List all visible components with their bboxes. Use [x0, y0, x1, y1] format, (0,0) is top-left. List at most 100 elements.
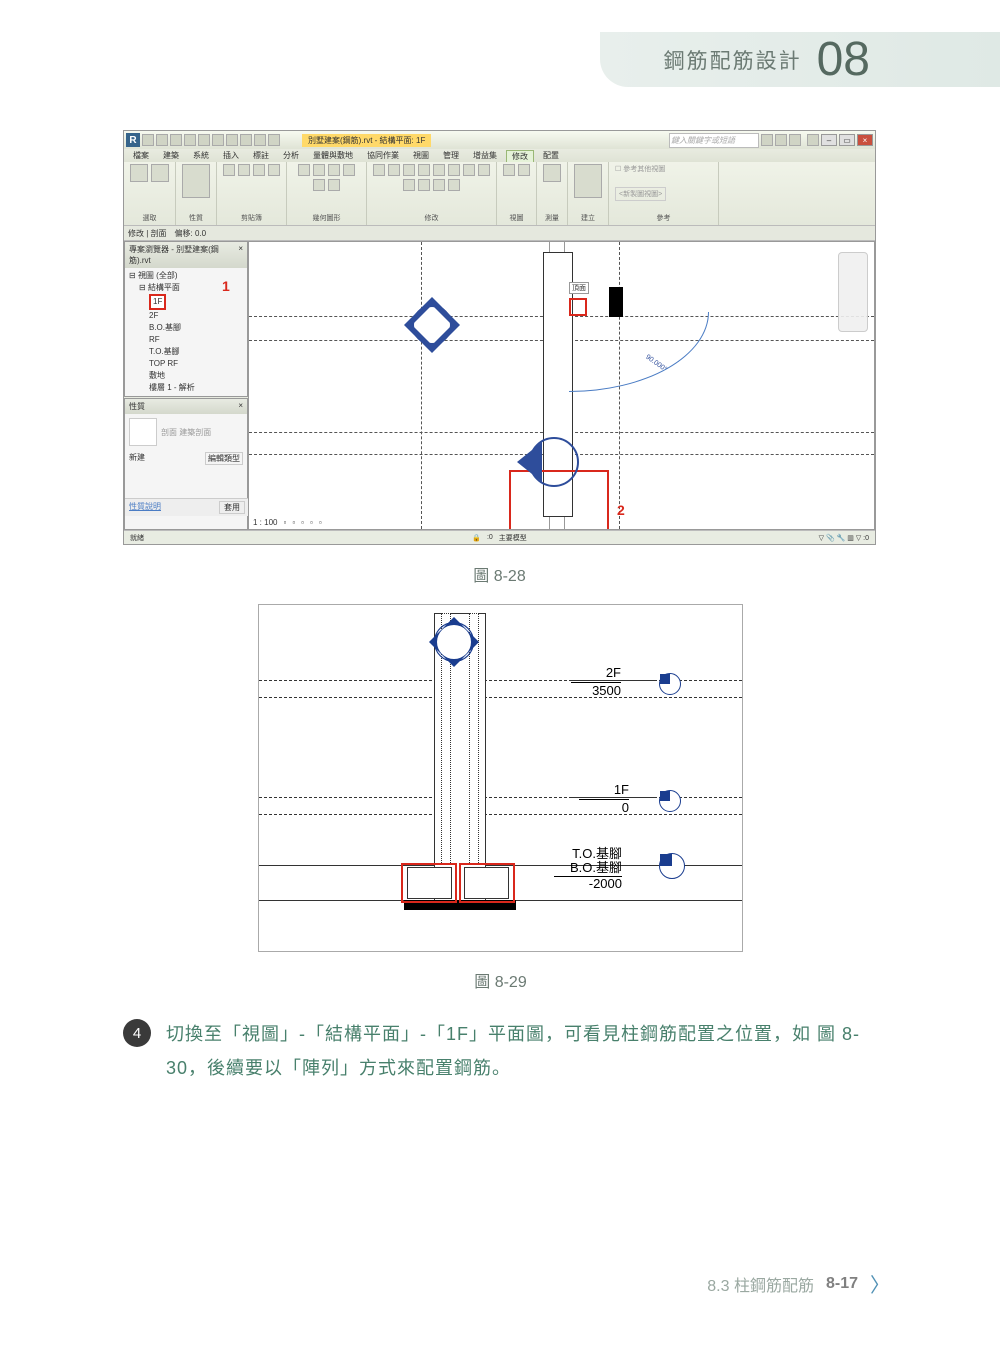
tab-arch[interactable]: 建築 — [158, 150, 184, 161]
mirror-icon[interactable] — [433, 164, 445, 176]
qat-undo-icon[interactable] — [170, 134, 182, 146]
filter-icons[interactable]: ▽ 📎 🔧 ▥ ▽ :0 — [819, 534, 869, 542]
tab-file[interactable]: 檔案 — [128, 150, 154, 161]
props-help-link[interactable]: 性質說明 — [129, 501, 161, 514]
shadow-icon[interactable]: ▫ — [310, 518, 313, 527]
demolish-icon[interactable] — [313, 179, 325, 191]
paint-icon[interactable] — [328, 179, 340, 191]
cursor-icon[interactable] — [130, 164, 148, 182]
scale-icon[interactable] — [478, 164, 490, 176]
detail-icon[interactable]: ▫ — [283, 518, 286, 527]
minimize-button[interactable]: – — [821, 134, 837, 146]
ribbon-group-view: 視圖 — [497, 162, 537, 225]
tab-view[interactable]: 視圖 — [408, 150, 434, 161]
modify-icon[interactable] — [151, 164, 169, 182]
cut-icon[interactable] — [238, 164, 250, 176]
properties-icon[interactable] — [182, 164, 210, 198]
tree-item-2f[interactable]: 2F — [129, 310, 243, 322]
cut-geom-icon[interactable] — [313, 164, 325, 176]
view2-icon[interactable] — [518, 164, 530, 176]
create-icon[interactable] — [574, 164, 602, 198]
tab-layout[interactable]: 配置 — [538, 150, 564, 161]
section-head-2[interactable] — [529, 437, 575, 483]
crop-icon[interactable]: ▫ — [319, 518, 322, 527]
ribbon-group-props: 性質 — [176, 162, 217, 225]
panel-close-icon[interactable]: × — [238, 401, 243, 412]
comm-icon[interactable] — [761, 134, 773, 146]
maximize-button[interactable]: ▭ — [839, 134, 855, 146]
tab-analyze[interactable]: 分析 — [278, 150, 304, 161]
tab-modify[interactable]: 修改 — [506, 150, 534, 162]
trim-icon[interactable] — [418, 164, 430, 176]
delete-icon[interactable] — [448, 179, 460, 191]
tree-item-rf[interactable]: RF — [129, 334, 243, 346]
ref-checkbox[interactable]: ☐ 參考其他視圖 — [615, 164, 665, 174]
options-offset[interactable]: 偏移: 0.0 — [175, 228, 207, 239]
qat-print-icon[interactable] — [198, 134, 210, 146]
tree-item-site[interactable]: 敷地 — [129, 370, 243, 382]
tree-item-toprf[interactable]: TOP RF — [129, 358, 243, 370]
measure2-icon[interactable] — [543, 164, 561, 182]
tab-addins[interactable]: 增益集 — [468, 150, 502, 161]
search-input[interactable]: 鍵入關鍵字或短語 — [669, 133, 759, 148]
step-number-badge: 4 — [123, 1019, 151, 1047]
qat-save-icon[interactable] — [156, 134, 168, 146]
array-icon[interactable] — [463, 164, 475, 176]
qat-redo-icon[interactable] — [184, 134, 196, 146]
match-icon[interactable] — [268, 164, 280, 176]
model-selector[interactable]: 主要模型 — [499, 533, 527, 543]
ribbon-group-modify: 修改 — [367, 162, 497, 225]
help-icon[interactable] — [807, 134, 819, 146]
signin-icon[interactable] — [789, 134, 801, 146]
paste-icon[interactable] — [223, 164, 235, 176]
tab-annotate[interactable]: 標註 — [248, 150, 274, 161]
qat-sheet-icon[interactable] — [268, 134, 280, 146]
sun-icon[interactable]: ▫ — [301, 518, 304, 527]
star-icon[interactable] — [775, 134, 787, 146]
tab-mass[interactable]: 量體與敷地 — [308, 150, 358, 161]
join-icon[interactable] — [328, 164, 340, 176]
qat-measure-icon[interactable] — [212, 134, 224, 146]
properties-panel[interactable]: 性質× 剖面 建築剖面 新建 編輯類型 性質說明 套用 — [124, 398, 248, 530]
pin-icon[interactable] — [433, 179, 445, 191]
revit-logo-icon[interactable]: R — [126, 133, 140, 147]
close-button[interactable]: × — [857, 134, 873, 146]
tab-insert[interactable]: 插入 — [218, 150, 244, 161]
tab-system[interactable]: 系統 — [188, 150, 214, 161]
align-icon[interactable] — [403, 179, 415, 191]
tree-item-1f[interactable]: 1F — [149, 294, 166, 310]
tab-collab[interactable]: 協同作業 — [362, 150, 404, 161]
apply-button[interactable]: 套用 — [219, 501, 245, 514]
offset-icon[interactable] — [418, 179, 430, 191]
ref-select[interactable]: <新製圖視圖> — [615, 187, 666, 201]
tab-manage[interactable]: 管理 — [438, 150, 464, 161]
tree-item-to[interactable]: T.O.基腳 — [129, 346, 243, 358]
figure-8-28-caption: 圖 8-28 — [123, 562, 876, 586]
split2-icon[interactable] — [448, 164, 460, 176]
move-icon[interactable] — [373, 164, 385, 176]
project-browser[interactable]: 專案瀏覽器 - 別墅建案(鋼筋).rvt× ⊟ 視圖 (全部) ⊟ 結構平面 1… — [124, 241, 248, 397]
cope-icon[interactable] — [298, 164, 310, 176]
section-head-1[interactable] — [409, 302, 455, 348]
qat-3d-icon[interactable] — [240, 134, 252, 146]
rotate-icon[interactable] — [403, 164, 415, 176]
drawing-canvas[interactable]: 2 頂面 90.000° 1 : 100 ▫▫▫▫▫ — [248, 241, 875, 530]
panel-close-icon[interactable]: × — [238, 244, 243, 266]
visual-style-icon[interactable]: ▫ — [292, 518, 295, 527]
worksets-icon[interactable]: 🔒 — [472, 534, 481, 542]
copy2-icon[interactable] — [388, 164, 400, 176]
view1-icon[interactable] — [503, 164, 515, 176]
props-header: 性質× — [125, 399, 247, 414]
view-navigator[interactable] — [838, 252, 868, 332]
copy-icon[interactable] — [253, 164, 265, 176]
split-icon[interactable] — [343, 164, 355, 176]
qat-open-icon[interactable] — [142, 134, 154, 146]
qat-text-icon[interactable] — [226, 134, 238, 146]
tree-item-level1[interactable]: 樓層 1 - 解析 — [129, 382, 243, 394]
page-footer: 8.3 柱鋼筋配筋 8-17 〉 — [707, 1269, 890, 1298]
qat-section-icon[interactable] — [254, 134, 266, 146]
rotation-arc — [569, 312, 709, 392]
edit-type-button[interactable]: 編輯類型 — [205, 452, 243, 465]
tree-item-bo[interactable]: B.O.基腳 — [129, 322, 243, 334]
view-control-bar[interactable]: 1 : 100 ▫▫▫▫▫ — [253, 518, 322, 527]
